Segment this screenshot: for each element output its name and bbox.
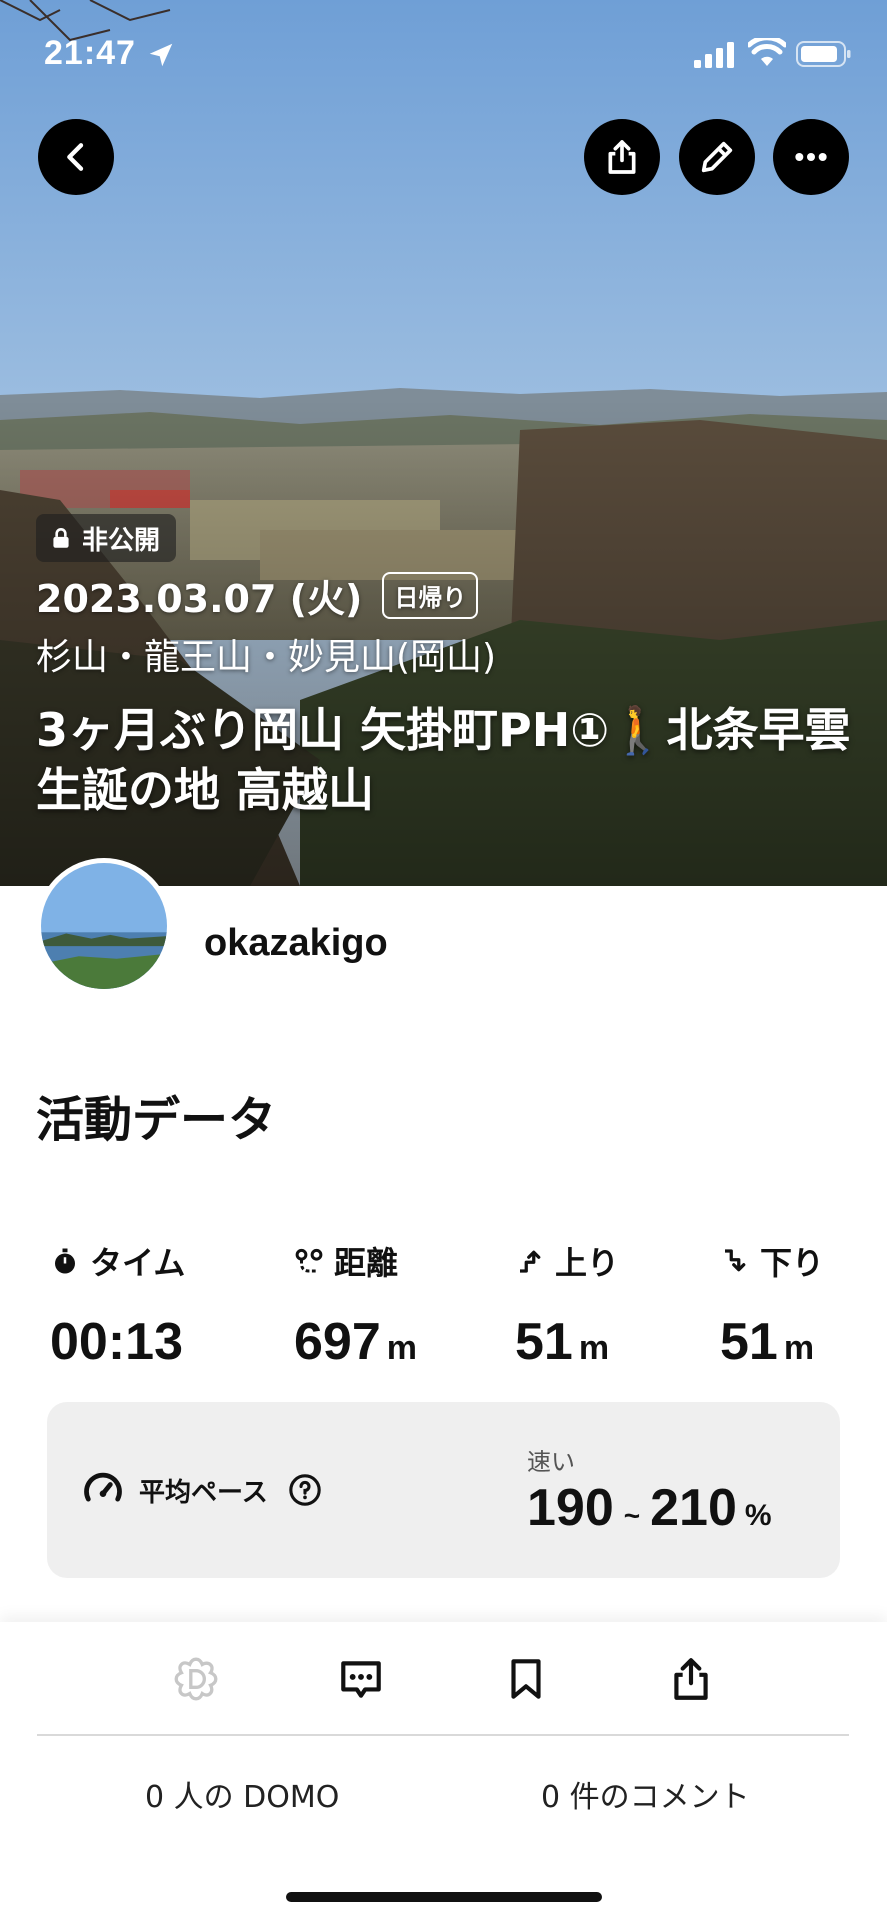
pace-min: 190: [527, 1479, 614, 1537]
help-icon[interactable]: [288, 1473, 322, 1507]
divider: [37, 1734, 849, 1736]
bookmark-button[interactable]: [499, 1652, 553, 1706]
back-button[interactable]: [38, 119, 114, 195]
private-badge: 非公開: [36, 514, 177, 562]
stat-distance-value: 697: [294, 1313, 381, 1371]
domo-button[interactable]: [169, 1652, 223, 1706]
date-row: 2023.03.07 (火) 日帰り: [36, 568, 479, 623]
more-button[interactable]: [773, 119, 849, 195]
stats-row: タイム 00:13 距離 697 m 上り 51 m 下り 51 m: [0, 1238, 887, 1371]
avatar[interactable]: [36, 858, 172, 994]
comment-count[interactable]: 0 件のコメント: [541, 1772, 750, 1816]
pace-range: 190 ~210%: [527, 1478, 772, 1538]
back-icon: [67, 143, 84, 171]
status-bar: 21:47: [0, 0, 887, 110]
share-icon: [674, 1658, 708, 1700]
domo-icon: [174, 1657, 218, 1701]
action-bar: 0 人の DOMO 0 件のコメント: [0, 1622, 887, 1920]
gauge-icon: [84, 1472, 122, 1502]
edit-pencil-icon: [701, 141, 733, 173]
edit-button[interactable]: [679, 119, 755, 195]
bookmark-icon: [511, 1659, 541, 1699]
trip-type-badge: 日帰り: [382, 572, 479, 619]
private-label: 非公開: [82, 525, 161, 556]
stat-descent-unit: m: [783, 1329, 815, 1367]
hero-photo: 21:47 非公開 2023.03.07 (火) 日帰り 杉山・龍王山・妙見山(…: [0, 0, 887, 886]
stat-distance: 距離 697 m: [294, 1238, 417, 1372]
stat-ascent-label: 上り: [555, 1244, 620, 1282]
home-indicator[interactable]: [286, 1892, 602, 1902]
stat-time-value: 00:13: [50, 1313, 183, 1371]
comment-icon: [341, 1661, 381, 1698]
stat-ascent-value: 51: [515, 1313, 573, 1371]
stat-time: タイム 00:13: [50, 1238, 185, 1372]
distance-icon: [295, 1248, 323, 1273]
status-time: 21:47: [44, 34, 136, 72]
pace-unit: %: [744, 1499, 772, 1532]
battery-icon: [796, 41, 851, 67]
stopwatch-icon: [55, 1248, 75, 1274]
pace-max: 210: [650, 1479, 737, 1537]
activity-title: 3ヶ月ぶり岡山 矢掛町PH①🚶北条早雲生誕の地 高越山: [36, 703, 851, 817]
stat-descent: 下り 51 m: [720, 1238, 824, 1372]
lock-icon: [53, 528, 69, 548]
stat-time-label: タイム: [90, 1244, 186, 1282]
share-button[interactable]: [584, 119, 660, 195]
section-title: 活動データ: [36, 1092, 277, 1148]
stat-ascent-unit: m: [578, 1329, 610, 1367]
stat-distance-unit: m: [386, 1329, 417, 1367]
wifi-icon: [748, 38, 786, 66]
pace-tilde: ~: [623, 1500, 641, 1531]
avatar-image: [41, 863, 167, 989]
share-activity-button[interactable]: [664, 1652, 718, 1706]
comment-button[interactable]: [334, 1652, 388, 1706]
stat-distance-label: 距離: [334, 1244, 399, 1282]
pace-card: 平均ペース 速い 190 ~210%: [47, 1402, 840, 1578]
signal-icon: [694, 42, 734, 68]
stat-descent-value: 51: [720, 1313, 778, 1371]
descent-icon: [725, 1249, 746, 1272]
stat-descent-label: 下り: [760, 1244, 825, 1282]
more-icon: [795, 153, 827, 161]
stat-ascent: 上り 51 m: [515, 1238, 619, 1372]
username[interactable]: okazakigo: [204, 922, 388, 965]
pace-label: 平均ペース: [139, 1477, 268, 1508]
location-arrow-icon: [149, 43, 173, 67]
activity-date: 2023.03.07 (火): [36, 577, 363, 621]
domo-count[interactable]: 0 人の DOMO: [145, 1772, 339, 1816]
mountain-names[interactable]: 杉山・龍王山・妙見山(岡山): [36, 628, 496, 680]
share-icon: [608, 140, 636, 174]
pace-speed-label: 速い: [527, 1448, 575, 1476]
ascent-icon: [520, 1250, 541, 1273]
